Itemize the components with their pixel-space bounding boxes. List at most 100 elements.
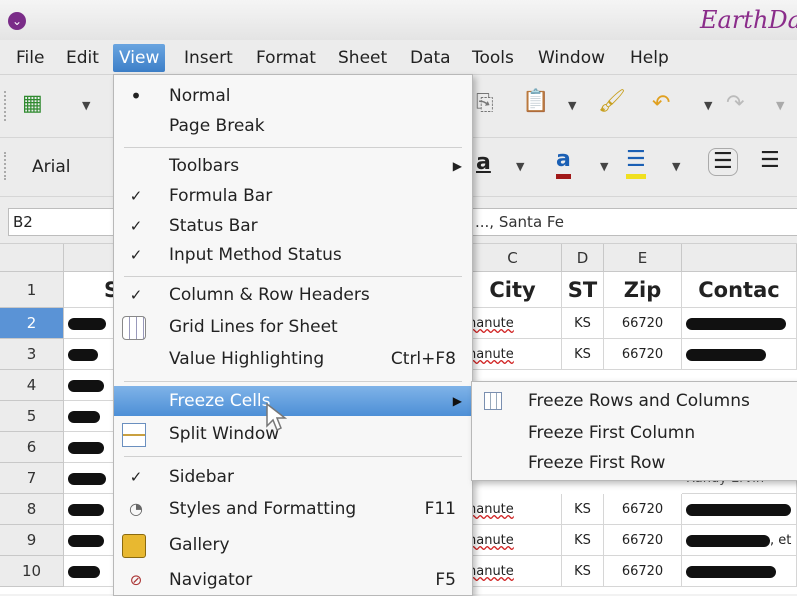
background-dropdown-icon[interactable]: ▼ — [672, 160, 680, 173]
menu-format[interactable]: Format — [254, 47, 318, 69]
table-cell-city[interactable]: hanute — [464, 339, 562, 370]
menu-item-sidebar[interactable]: ✓ Sidebar — [114, 462, 472, 492]
table-cell-state[interactable]: KS — [562, 308, 604, 339]
table-header-cell[interactable]: S — [64, 272, 114, 308]
table-cell[interactable] — [64, 494, 114, 525]
highlighting-icon[interactable]: a — [476, 150, 491, 176]
menu-item-freeze-cells[interactable]: Freeze Cells ▶ — [114, 386, 472, 416]
new-spreadsheet-icon[interactable]: ▦ — [22, 91, 43, 117]
table-cell-contact[interactable] — [682, 308, 797, 339]
row-header[interactable]: 7 — [0, 463, 64, 494]
row-header[interactable]: 2 — [0, 308, 64, 339]
window-menu-button[interactable]: ⌄ — [8, 12, 26, 30]
table-cell[interactable] — [64, 308, 114, 339]
font-color-dropdown-icon[interactable]: ▼ — [600, 160, 608, 173]
table-cell-contact[interactable] — [682, 494, 797, 525]
row-header[interactable]: 5 — [0, 401, 64, 432]
row-header[interactable]: 10 — [0, 556, 64, 587]
menu-view[interactable]: View — [113, 44, 166, 72]
menu-edit[interactable]: Edit — [64, 47, 101, 69]
table-cell-zip[interactable]: 66720 — [604, 556, 682, 587]
table-cell[interactable] — [64, 401, 114, 432]
table-cell[interactable] — [64, 432, 114, 463]
table-cell-contact[interactable]: , et — [682, 525, 797, 556]
paste-dropdown-icon[interactable]: ▼ — [568, 99, 576, 112]
row-header[interactable]: 8 — [0, 494, 64, 525]
table-header-cell[interactable]: ST — [562, 272, 604, 308]
table-header-cell[interactable]: Zip — [604, 272, 682, 308]
menu-item-column-row-headers[interactable]: ✓ Column & Row Headers — [114, 280, 472, 310]
row-header[interactable]: 4 — [0, 370, 64, 401]
paste-icon[interactable]: 📋 — [522, 89, 549, 115]
menu-window[interactable]: Window — [536, 47, 607, 69]
menu-item-freeze-rows-columns[interactable]: Freeze Rows and Columns — [472, 386, 797, 416]
align-center-icon[interactable]: ☰ — [760, 148, 780, 174]
menu-file[interactable]: File — [14, 47, 46, 69]
row-header[interactable]: 3 — [0, 339, 64, 370]
menu-tools[interactable]: Tools — [470, 47, 516, 69]
table-cell-city[interactable]: hanute — [464, 494, 562, 525]
row-header[interactable]: 1 — [0, 272, 64, 308]
redo-dropdown-icon[interactable]: ▼ — [776, 99, 784, 112]
table-cell-state[interactable]: KS — [562, 556, 604, 587]
menu-item-value-highlighting[interactable]: Value Highlighting Ctrl+F8 — [114, 344, 472, 374]
background-color-icon[interactable]: ☰ — [626, 146, 646, 179]
copy-icon[interactable]: ⎘ — [476, 91, 494, 117]
menu-item-page-break[interactable]: Page Break — [114, 111, 472, 141]
table-cell-contact[interactable] — [682, 339, 797, 370]
table-cell[interactable] — [64, 339, 114, 370]
menu-insert[interactable]: Insert — [182, 47, 235, 69]
table-header-cell[interactable]: City — [464, 272, 562, 308]
column-header-c[interactable]: C — [464, 244, 562, 272]
table-cell-city[interactable]: hanute — [464, 525, 562, 556]
redacted-text — [686, 348, 766, 361]
menu-item-navigator[interactable]: ⊘ Navigator F5 — [114, 565, 472, 595]
menu-item-status-bar[interactable]: ✓ Status Bar — [114, 211, 472, 241]
menu-help[interactable]: Help — [628, 47, 671, 69]
table-cell-state[interactable]: KS — [562, 339, 604, 370]
table-cell-state[interactable]: KS — [562, 525, 604, 556]
menu-item-input-method-status[interactable]: ✓ Input Method Status — [114, 240, 472, 270]
menu-item-normal[interactable]: • Normal — [114, 81, 472, 111]
menu-item-freeze-first-column[interactable]: Freeze First Column — [472, 418, 797, 448]
row-header[interactable]: 6 — [0, 432, 64, 463]
menu-item-formula-bar[interactable]: ✓ Formula Bar — [114, 181, 472, 211]
table-cell-zip[interactable]: 66720 — [604, 525, 682, 556]
table-cell-zip[interactable]: 66720 — [604, 308, 682, 339]
menu-item-styles-formatting[interactable]: ◔ Styles and Formatting F11 — [114, 494, 472, 524]
font-color-icon[interactable]: a — [556, 146, 571, 179]
column-header-d[interactable]: D — [562, 244, 604, 272]
table-cell[interactable] — [64, 370, 114, 401]
menu-item-freeze-first-row[interactable]: Freeze First Row — [472, 448, 797, 478]
highlight-dropdown-icon[interactable]: ▼ — [516, 160, 524, 173]
menu-item-toolbars[interactable]: Toolbars ▶ — [114, 151, 472, 181]
table-cell-city[interactable]: hanute — [464, 308, 562, 339]
undo-icon[interactable]: ↶ — [652, 91, 670, 117]
formula-input[interactable]: ..., Santa Fe — [470, 208, 797, 236]
redo-icon[interactable]: ↷ — [726, 91, 744, 117]
menu-item-gallery[interactable]: Gallery — [114, 530, 472, 560]
table-cell[interactable] — [64, 525, 114, 556]
table-cell-zip[interactable]: 66720 — [604, 339, 682, 370]
table-cell-city[interactable]: hanute — [464, 556, 562, 587]
table-cell-state[interactable]: KS — [562, 494, 604, 525]
table-cell[interactable] — [64, 463, 114, 494]
new-dropdown-icon[interactable]: ▼ — [82, 99, 90, 112]
column-header-e[interactable]: E — [604, 244, 682, 272]
column-header-f[interactable] — [682, 244, 797, 272]
clone-formatting-icon[interactable]: 🖌 — [598, 89, 626, 115]
row-header[interactable]: 9 — [0, 525, 64, 556]
name-box[interactable]: B2 — [8, 208, 114, 236]
menu-sheet[interactable]: Sheet — [336, 47, 389, 69]
menu-data[interactable]: Data — [408, 47, 453, 69]
table-cell-zip[interactable]: 66720 — [604, 494, 682, 525]
menu-item-split-window[interactable]: Split Window — [114, 419, 472, 449]
table-cell[interactable] — [64, 556, 114, 587]
table-cell-contact[interactable] — [682, 556, 797, 587]
table-header-cell[interactable]: Contac — [682, 272, 797, 308]
align-left-icon[interactable]: ☰ — [708, 148, 738, 176]
corner-select-all[interactable] — [0, 244, 64, 272]
undo-dropdown-icon[interactable]: ▼ — [704, 99, 712, 112]
toolbar-grip[interactable] — [4, 91, 12, 121]
menu-item-grid-lines[interactable]: Grid Lines for Sheet — [114, 312, 472, 342]
